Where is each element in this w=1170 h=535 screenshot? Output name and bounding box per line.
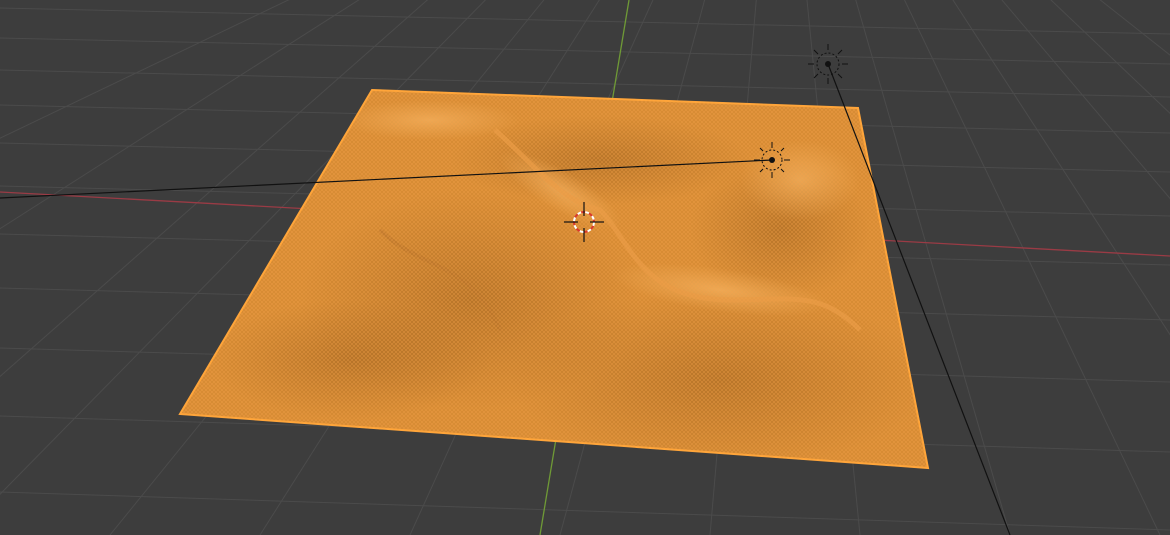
sun-light-icon[interactable] xyxy=(808,44,848,84)
3d-viewport[interactable] xyxy=(0,0,1170,535)
viewport-canvas[interactable] xyxy=(0,0,1170,535)
